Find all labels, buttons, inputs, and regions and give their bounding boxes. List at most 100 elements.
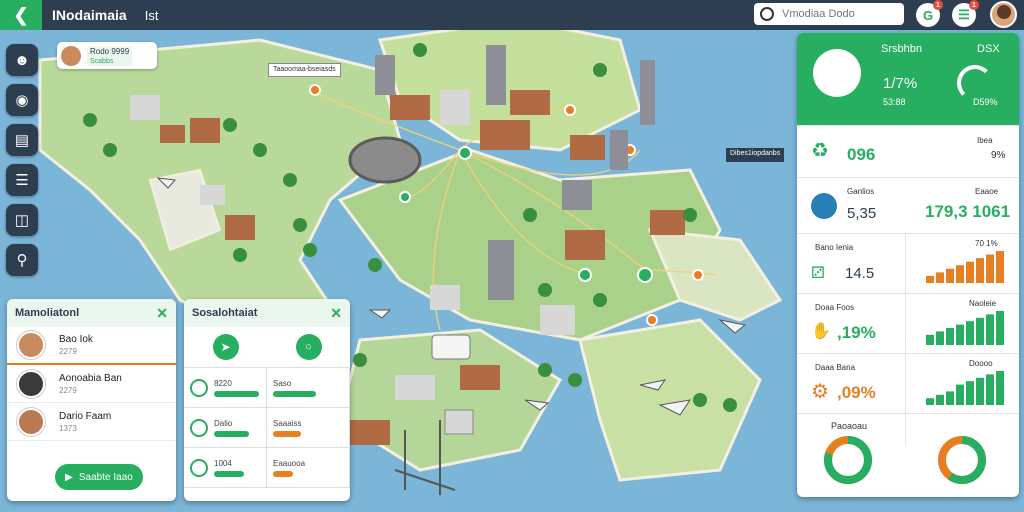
search-box[interactable]: [754, 3, 904, 25]
bar: [966, 321, 974, 345]
notification-badge: 1: [933, 0, 943, 10]
bar-chart-c: [926, 371, 1004, 405]
bar: [926, 334, 934, 345]
setting-toggle-icon: [190, 418, 208, 437]
arrow-right-icon: ➤: [220, 340, 231, 354]
setting-toggle-icon: [190, 378, 208, 397]
map-label-top[interactable]: Taaoomaa-bseiasds: [268, 63, 341, 77]
sidebar-item-search[interactable]: ⚲: [6, 244, 38, 276]
settings-cell[interactable]: 8220: [184, 368, 267, 408]
row1-right-value: 9%: [991, 150, 1006, 161]
map-profile-tag[interactable]: Rodo 9999 Scabbs: [57, 42, 157, 69]
settings-panel-title: Sosalohtaiat: [192, 307, 258, 319]
settings-actions: ➤ ○: [184, 327, 350, 367]
stats-header-right-sub: D59%: [973, 97, 998, 107]
alert-button[interactable]: ☰ 1: [952, 0, 979, 27]
row5-label: Daaa Bana: [815, 363, 856, 372]
stats-header-code: DSX: [977, 43, 1000, 55]
notification-button[interactable]: G1: [916, 0, 943, 27]
member-sub: 2279: [59, 347, 77, 356]
sidebar: ☻ ◉ ▤ ☰ ◫ ⚲: [0, 38, 44, 284]
forward-button[interactable]: ➤: [212, 334, 239, 360]
bar: [946, 268, 954, 283]
bar: [966, 381, 974, 405]
bar: [936, 331, 944, 345]
sidebar-item-users[interactable]: ☻: [6, 44, 38, 76]
search-icon: ⚲: [16, 252, 28, 269]
profile-sub: 9999: [111, 46, 130, 56]
bar: [986, 314, 994, 345]
app-tab[interactable]: Ist: [145, 8, 159, 23]
profile-detail: Scabbs: [90, 57, 114, 65]
avatar: [17, 369, 45, 398]
close-icon[interactable]: ✕: [156, 305, 168, 322]
list-icon: ☰: [15, 172, 29, 189]
bar: [936, 394, 944, 405]
profile-avatar: [61, 45, 81, 66]
back-button[interactable]: ❮: [0, 0, 42, 30]
trend-icon: ⚂: [811, 265, 825, 282]
globe-icon: [811, 193, 837, 219]
setting-label: 1004: [214, 458, 232, 468]
alert-badge: 1: [969, 0, 979, 10]
list-item[interactable]: Aonoabia Ban 2279: [7, 365, 176, 403]
sidebar-item-documents[interactable]: ▤: [6, 124, 38, 156]
setting-content: 1004: [214, 459, 244, 477]
user-avatar[interactable]: [990, 1, 1017, 28]
bar: [956, 324, 964, 345]
list-item[interactable]: Bao Iok 2279: [7, 327, 176, 365]
search-input[interactable]: [782, 8, 892, 20]
chat-button[interactable]: ○: [295, 334, 322, 360]
setting-progress: [214, 430, 249, 437]
row4-label: Doaa Foos: [815, 303, 855, 312]
sidebar-item-list[interactable]: ☰: [6, 164, 38, 196]
sidebar-item-location[interactable]: ◉: [6, 84, 38, 116]
bar: [926, 398, 934, 405]
bar: [956, 384, 964, 405]
bar: [986, 374, 994, 405]
setting-label: Saso: [273, 378, 292, 388]
members-panel-header: Mamoliatonl ✕: [7, 299, 176, 327]
profile-name: Rodo: [90, 46, 110, 56]
settings-cell[interactable]: Dalio: [184, 408, 267, 448]
donut-chart-left: [824, 436, 872, 484]
stats-header-sub: 53:88: [883, 97, 906, 107]
settings-cell[interactable]: 1004: [184, 448, 267, 488]
setting-progress: [273, 430, 301, 437]
list-item[interactable]: Dario Faam 1373: [7, 403, 176, 441]
stats-header-value: 1/7%: [883, 75, 918, 92]
search-icon: [760, 7, 774, 21]
setting-content: Saaaiss: [273, 419, 301, 437]
map-label-right[interactable]: Dibes1iopdanbs: [726, 148, 785, 162]
stats-header-title: Srsbhbn: [881, 43, 922, 55]
bar: [996, 251, 1004, 283]
bar: [946, 391, 954, 405]
member-name: Bao Iok: [59, 334, 93, 345]
members-panel-title: Mamoliatonl: [15, 307, 80, 319]
setting-toggle-icon: [190, 458, 208, 477]
row5-value: ,09%: [837, 383, 876, 402]
bar: [956, 265, 964, 283]
settings-grid: 8220 Saso Dalio Saaaiss 1004 Eaauooa: [184, 367, 350, 488]
row4-value: ,19%: [837, 323, 876, 342]
donut-label: Paoaoau: [831, 421, 868, 431]
users-icon: ☻: [14, 51, 30, 69]
bar: [976, 377, 984, 405]
shield-icon: ☰: [958, 7, 970, 22]
row2-label: Ganlios: [847, 187, 875, 196]
chat-icon: ○: [305, 341, 312, 353]
row1-right-label: Ibea: [977, 136, 993, 145]
settings-cell[interactable]: Saso: [267, 368, 350, 408]
settings-cell[interactable]: Saaaiss: [267, 408, 350, 448]
settings-cell[interactable]: Eaauooa: [267, 448, 350, 488]
setting-content: Saso: [273, 379, 316, 397]
members-action-button[interactable]: ▶ Saabte Iaao: [55, 464, 143, 490]
setting-content: 8220: [214, 379, 259, 397]
close-icon[interactable]: ✕: [330, 305, 342, 322]
members-action-label: Saabte Iaao: [78, 471, 133, 483]
row3-label: Bano Ienia: [815, 243, 854, 252]
sidebar-item-columns[interactable]: ◫: [6, 204, 38, 236]
play-icon: ▶: [65, 471, 73, 483]
bar: [986, 254, 994, 283]
member-name: Dario Faam: [59, 410, 112, 422]
